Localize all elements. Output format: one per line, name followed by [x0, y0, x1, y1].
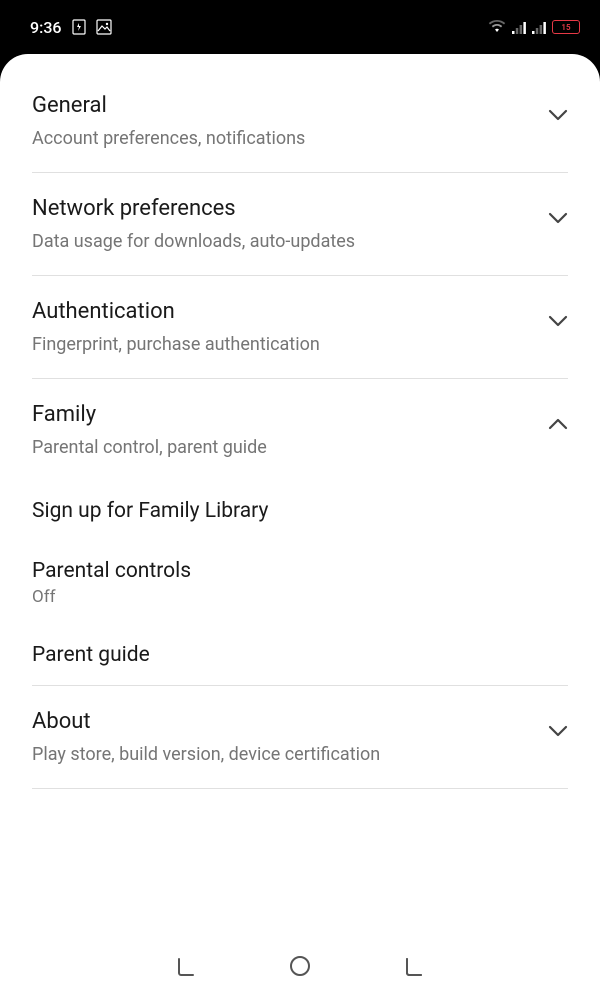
- status-bar-right: 15: [488, 20, 580, 34]
- nav-back-icon[interactable]: [402, 954, 426, 982]
- section-network[interactable]: Network preferences Data usage for downl…: [0, 173, 600, 275]
- section-subtitle-general: Account preferences, notifications: [32, 127, 536, 150]
- section-text: About Play store, build version, device …: [32, 708, 536, 766]
- section-about[interactable]: About Play store, build version, device …: [0, 686, 600, 788]
- section-text: Network preferences Data usage for downl…: [32, 195, 536, 253]
- section-title-network: Network preferences: [32, 195, 536, 224]
- section-family[interactable]: Family Parental control, parent guide: [0, 379, 600, 481]
- section-general[interactable]: General Account preferences, notificatio…: [0, 54, 600, 172]
- sub-item-signup-family-library[interactable]: Sign up for Family Library: [0, 481, 600, 541]
- picture-icon: [96, 19, 112, 35]
- section-subtitle-network: Data usage for downloads, auto-updates: [32, 230, 536, 253]
- status-bar-left: 9:36: [30, 18, 112, 37]
- sub-item-title: Sign up for Family Library: [32, 499, 568, 523]
- sub-item-title: Parental controls: [32, 559, 568, 583]
- section-text: General Account preferences, notificatio…: [32, 92, 536, 150]
- section-text: Family Parental control, parent guide: [32, 401, 536, 459]
- divider: [32, 788, 568, 789]
- status-bar: 9:36: [0, 0, 600, 54]
- signal-icon-1: [512, 21, 526, 34]
- section-authentication[interactable]: Authentication Fingerprint, purchase aut…: [0, 276, 600, 378]
- section-text: Authentication Fingerprint, purchase aut…: [32, 298, 536, 356]
- chevron-up-icon: [548, 415, 568, 434]
- section-subtitle-family: Parental control, parent guide: [32, 436, 536, 459]
- section-subtitle-about: Play store, build version, device certif…: [32, 743, 536, 766]
- sub-item-parental-controls[interactable]: Parental controls Off: [0, 541, 600, 625]
- navigation-bar: [0, 936, 600, 1000]
- sub-item-status: Off: [32, 587, 568, 607]
- section-title-general: General: [32, 92, 536, 121]
- nav-recents-icon[interactable]: [174, 954, 198, 982]
- wifi-icon: [488, 20, 506, 34]
- chevron-down-icon: [548, 209, 568, 228]
- section-title-family: Family: [32, 401, 536, 430]
- sub-item-title: Parent guide: [32, 643, 568, 667]
- section-title-authentication: Authentication: [32, 298, 536, 327]
- chevron-down-icon: [548, 106, 568, 125]
- status-time: 9:36: [30, 18, 62, 37]
- signal-icon-2: [532, 21, 546, 34]
- chevron-down-icon: [548, 722, 568, 741]
- sub-item-parent-guide[interactable]: Parent guide: [0, 625, 600, 685]
- battery-icon: 15: [552, 20, 580, 34]
- settings-content: General Account preferences, notificatio…: [0, 54, 600, 936]
- section-title-about: About: [32, 708, 536, 737]
- battery-level: 15: [561, 23, 570, 32]
- chevron-down-icon: [548, 312, 568, 331]
- charge-icon: [72, 19, 86, 35]
- nav-home-icon[interactable]: [288, 954, 312, 982]
- section-subtitle-authentication: Fingerprint, purchase authentication: [32, 333, 536, 356]
